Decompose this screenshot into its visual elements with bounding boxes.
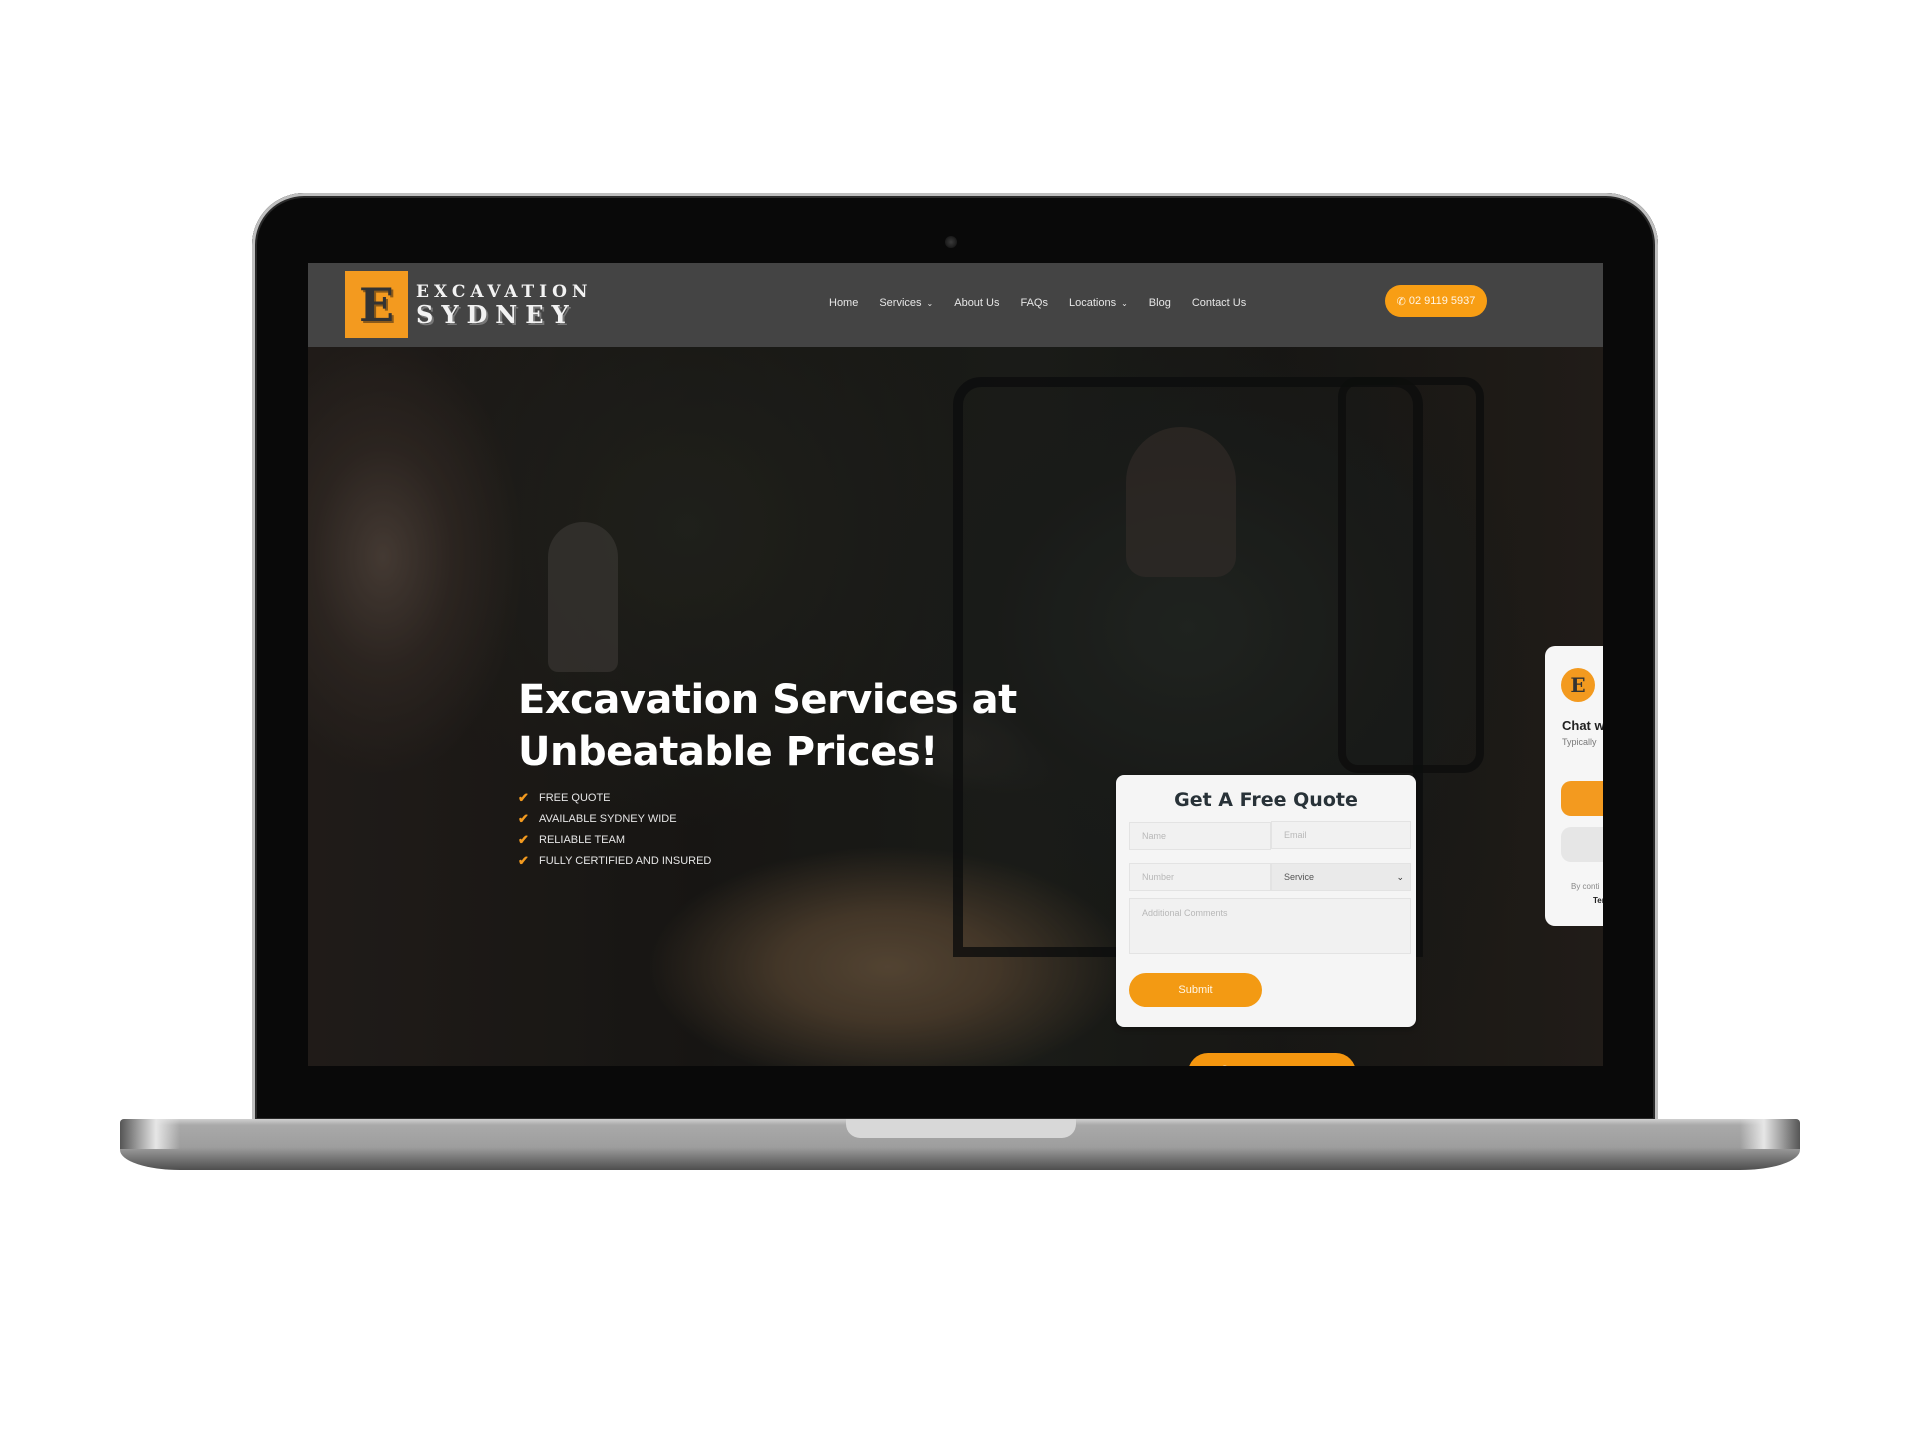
nav-blog[interactable]: Blog bbox=[1149, 297, 1171, 309]
quote-form: Get A Free Quote Name Email Number Servi… bbox=[1116, 775, 1416, 1027]
check-icon: ✔ bbox=[518, 852, 529, 868]
chat-legal-text: By conti bbox=[1571, 882, 1600, 891]
service-select[interactable]: Service ⌄ bbox=[1271, 863, 1411, 891]
floating-phone-label: 02 9119 5937 bbox=[1241, 1063, 1326, 1066]
feature-label: FREE QUOTE bbox=[539, 791, 611, 804]
site-header: E EXCAVATION SYDNEY Home Services ⌄ About… bbox=[308, 263, 1603, 347]
comments-textarea[interactable]: Additional Comments bbox=[1129, 898, 1411, 954]
phone-icon: ✆ bbox=[1396, 295, 1406, 308]
nav-about-us[interactable]: About Us bbox=[954, 297, 999, 309]
laptop-notch bbox=[846, 1119, 1076, 1138]
submit-button[interactable]: Submit bbox=[1129, 973, 1262, 1007]
phone-icon: ✆ bbox=[1219, 1063, 1231, 1066]
chat-widget: E Chat w Typically By conti Ter bbox=[1545, 646, 1603, 926]
chat-subtitle: Typically bbox=[1562, 737, 1597, 747]
quote-form-title: Get A Free Quote bbox=[1174, 789, 1358, 811]
chat-secondary-button[interactable] bbox=[1561, 827, 1603, 862]
nav-locations[interactable]: Locations ⌄ bbox=[1069, 297, 1128, 309]
chat-primary-button[interactable] bbox=[1561, 781, 1603, 816]
number-field[interactable]: Number bbox=[1129, 863, 1271, 891]
nav-contact-us[interactable]: Contact Us bbox=[1192, 297, 1246, 309]
chevron-down-icon: ⌄ bbox=[1121, 298, 1128, 308]
feature-list: ✔ FREE QUOTE ✔ AVAILABLE SYDNEY WIDE ✔ RELI… bbox=[518, 787, 711, 871]
check-icon: ✔ bbox=[518, 789, 529, 805]
feature-label: RELIABLE TEAM bbox=[539, 833, 625, 846]
logo-line-2: SYDNEY bbox=[416, 299, 577, 329]
check-icon: ✔ bbox=[518, 810, 529, 826]
nav-home[interactable]: Home bbox=[829, 297, 858, 309]
nav-locations-label: Locations bbox=[1069, 297, 1117, 309]
nav-services[interactable]: Services ⌄ bbox=[879, 297, 933, 309]
chevron-down-icon: ⌄ bbox=[926, 298, 934, 308]
floating-phone-button[interactable]: ✆ 02 9119 5937 bbox=[1188, 1053, 1356, 1066]
logo-wordmark: EXCAVATION SYDNEY bbox=[416, 282, 592, 328]
nav-home-label: Home bbox=[829, 297, 859, 309]
header-phone-button[interactable]: ✆ 02 9119 5937 bbox=[1385, 285, 1487, 317]
laptop-screen: E EXCAVATION SYDNEY Home Services ⌄ About… bbox=[308, 263, 1603, 1066]
nav-faqs[interactable]: FAQs bbox=[1020, 297, 1048, 309]
webcam-icon bbox=[945, 236, 957, 248]
feature-label: AVAILABLE SYDNEY WIDE bbox=[539, 812, 677, 825]
feature-item: ✔ FULLY CERTIFIED AND INSURED bbox=[518, 850, 711, 871]
name-field[interactable]: Name bbox=[1129, 822, 1271, 850]
hero-section: Excavation Services at Unbeatable Prices… bbox=[308, 347, 1603, 1066]
feature-item: ✔ FREE QUOTE bbox=[518, 787, 711, 808]
logo-mark-icon: E bbox=[345, 271, 408, 338]
feature-item: ✔ AVAILABLE SYDNEY WIDE bbox=[518, 808, 711, 829]
feature-item: ✔ RELIABLE TEAM bbox=[518, 829, 711, 850]
nav-contact-label: Contact Us bbox=[1191, 297, 1247, 309]
feature-label: FULLY CERTIFIED AND INSURED bbox=[539, 854, 712, 867]
nav-faqs-label: FAQs bbox=[1020, 297, 1048, 309]
site-logo[interactable]: E EXCAVATION SYDNEY bbox=[345, 271, 592, 338]
hero-title: Excavation Services at Unbeatable Prices… bbox=[518, 677, 1017, 775]
logo-line-1: EXCAVATION bbox=[416, 281, 593, 302]
email-field[interactable]: Email bbox=[1271, 821, 1411, 849]
service-select-value: Service bbox=[1284, 872, 1315, 882]
check-icon: ✔ bbox=[518, 831, 529, 847]
nav-about-label: About Us bbox=[954, 297, 1000, 309]
main-menu: Home Services ⌄ About Us FAQs Locations ⌄ … bbox=[808, 287, 1246, 319]
nav-services-label: Services bbox=[879, 297, 922, 309]
nav-blog-label: Blog bbox=[1148, 297, 1171, 309]
header-phone-label: 02 9119 5937 bbox=[1408, 295, 1476, 307]
chat-avatar: E bbox=[1561, 668, 1595, 702]
chat-terms-link[interactable]: Ter bbox=[1593, 896, 1603, 905]
chat-title: Chat w bbox=[1562, 718, 1603, 733]
chevron-down-icon: ⌄ bbox=[1396, 871, 1404, 882]
